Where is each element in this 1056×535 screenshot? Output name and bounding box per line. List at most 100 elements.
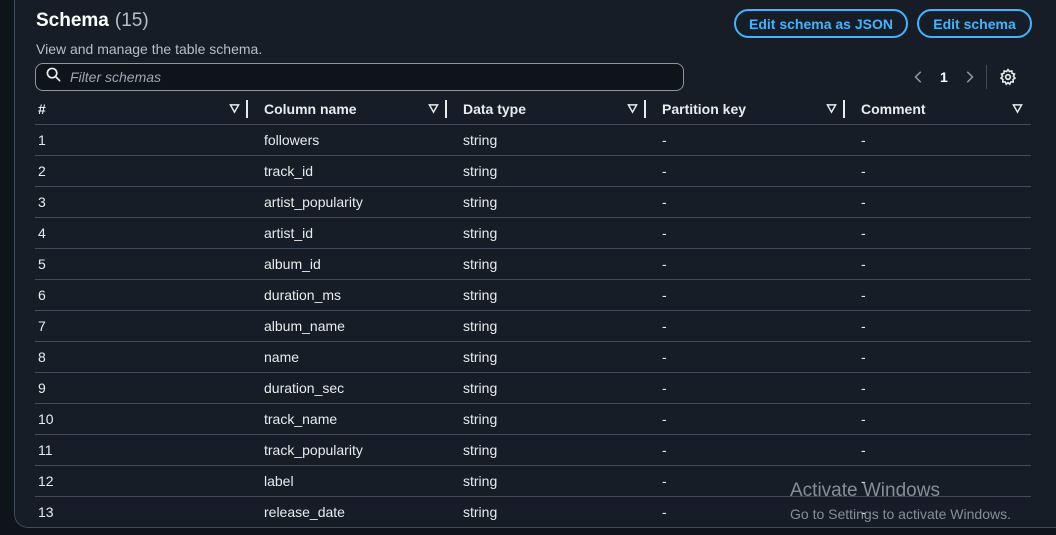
partition-key-cell: -: [646, 279, 845, 311]
column-name-cell: artist_popularity: [248, 186, 447, 218]
partition-key-cell: -: [646, 186, 845, 218]
pagination: 1: [911, 65, 1017, 89]
edit-schema-json-button[interactable]: Edit schema as JSON: [734, 9, 908, 38]
sort-triangle-icon[interactable]: [1012, 103, 1023, 114]
partition-key-cell: -: [646, 310, 845, 342]
column-name-cell: duration_sec: [248, 372, 447, 404]
comment-cell: -: [845, 248, 1031, 280]
table-row: 11 track_popularity string - -: [35, 434, 1031, 466]
settings-gear-icon[interactable]: [999, 68, 1017, 86]
column-header-label: Partition key: [662, 100, 747, 117]
row-number-cell: 9: [35, 372, 248, 404]
row-number-cell: 12: [35, 465, 248, 497]
data-type-cell: string: [447, 403, 646, 435]
row-number-cell: 8: [35, 341, 248, 373]
comment-cell: -: [845, 434, 1031, 466]
data-type-cell: string: [447, 372, 646, 404]
watermark-title: Activate Windows: [790, 480, 940, 501]
chevron-left-icon[interactable]: [911, 69, 927, 85]
data-type-cell: string: [447, 217, 646, 249]
data-type-cell: string: [447, 186, 646, 218]
table-row: 1 followers string - -: [35, 124, 1031, 156]
column-name-cell: artist_id: [248, 217, 447, 249]
column-header-label: Comment: [861, 100, 926, 117]
schema-count: (15): [114, 10, 149, 31]
comment-cell: -: [845, 341, 1031, 373]
column-header-data-type[interactable]: Data type: [447, 94, 646, 125]
filter-schemas-input[interactable]: [70, 69, 630, 85]
current-page-number[interactable]: 1: [940, 69, 948, 85]
partition-key-cell: -: [646, 248, 845, 280]
table-header-row: # Column name Data type Partition key Co…: [35, 94, 1031, 125]
row-number-cell: 6: [35, 279, 248, 311]
column-name-cell: name: [248, 341, 447, 373]
data-type-cell: string: [447, 310, 646, 342]
column-name-cell: track_popularity: [248, 434, 447, 466]
table-row: 2 track_id string - -: [35, 155, 1031, 187]
data-type-cell: string: [463, 503, 498, 520]
pager-divider: [985, 65, 987, 89]
row-number-cell: 7: [35, 310, 248, 342]
table-row: 4 artist_id string - -: [35, 217, 1031, 249]
comment-cell: -: [845, 124, 1031, 156]
filter-search-box[interactable]: [35, 63, 684, 91]
partition-key-cell: -: [646, 372, 845, 404]
data-type-cell: string: [447, 124, 646, 156]
column-header-comment[interactable]: Comment: [845, 94, 1031, 125]
column-name-cell: duration_ms: [248, 279, 447, 311]
row-number-cell: 1: [35, 124, 248, 156]
data-type-cell: string: [447, 434, 646, 466]
data-type-cell: string: [447, 155, 646, 187]
column-header-label: Data type: [463, 100, 527, 117]
comment-cell: -: [845, 310, 1031, 342]
row-number-cell: 11: [35, 434, 248, 466]
column-name-cell: release_date: [264, 503, 345, 520]
table-row: 3 artist_popularity string - -: [35, 186, 1031, 218]
row-number-cell: 4: [35, 217, 248, 249]
comment-cell: -: [845, 372, 1031, 404]
column-header-label: #: [38, 100, 46, 117]
column-name-cell: label: [248, 465, 447, 497]
column-header-label: Column name: [264, 100, 357, 117]
watermark-subtitle: Go to Settings to activate Windows.: [790, 506, 1011, 522]
column-name-cell: followers: [248, 124, 447, 156]
row-number-cell: 2: [35, 155, 248, 187]
column-header-column-name[interactable]: Column name: [248, 94, 447, 125]
sort-triangle-icon[interactable]: [229, 103, 240, 114]
partition-key-cell: -: [646, 217, 845, 249]
column-name-cell: album_id: [248, 248, 447, 280]
partition-key-cell: -: [646, 434, 845, 466]
partition-key-cell: -: [646, 124, 845, 156]
data-type-cell: string: [447, 279, 646, 311]
sort-triangle-icon[interactable]: [826, 103, 837, 114]
edit-schema-button[interactable]: Edit schema: [917, 9, 1032, 38]
comment-cell: -: [845, 279, 1031, 311]
chevron-right-icon[interactable]: [961, 69, 977, 85]
comment-cell: -: [845, 403, 1031, 435]
column-name-cell: track_name: [248, 403, 447, 435]
table-row: 7 album_name string - -: [35, 310, 1031, 342]
schema-table: # Column name Data type Partition key Co…: [35, 94, 1031, 527]
comment-cell: -: [845, 155, 1031, 187]
table-row: 9 duration_sec string - -: [35, 372, 1031, 404]
data-type-cell: string: [447, 341, 646, 373]
column-name-cell: album_name: [248, 310, 447, 342]
data-type-cell: string: [447, 465, 646, 497]
column-name-cell: track_id: [248, 155, 447, 187]
search-icon: [46, 67, 61, 87]
table-row: 8 name string - -: [35, 341, 1031, 373]
partition-key-cell: -: [646, 341, 845, 373]
panel-description: View and manage the table schema.: [36, 41, 263, 57]
table-row: 10 track_name string - -: [35, 403, 1031, 435]
data-type-cell: string: [447, 248, 646, 280]
sort-triangle-icon[interactable]: [627, 103, 638, 114]
row-number-cell: 10: [35, 403, 248, 435]
table-row: 6 duration_ms string - -: [35, 279, 1031, 311]
windows-activation-watermark: Activate Windows Go to Settings to activ…: [790, 480, 1011, 522]
row-number-cell: 5: [35, 248, 248, 280]
row-number-cell: 3: [35, 186, 248, 218]
panel-title: Schema (15): [36, 10, 149, 32]
column-header-partition-key[interactable]: Partition key: [646, 94, 845, 125]
column-header-number[interactable]: #: [35, 94, 248, 125]
sort-triangle-icon[interactable]: [428, 103, 439, 114]
